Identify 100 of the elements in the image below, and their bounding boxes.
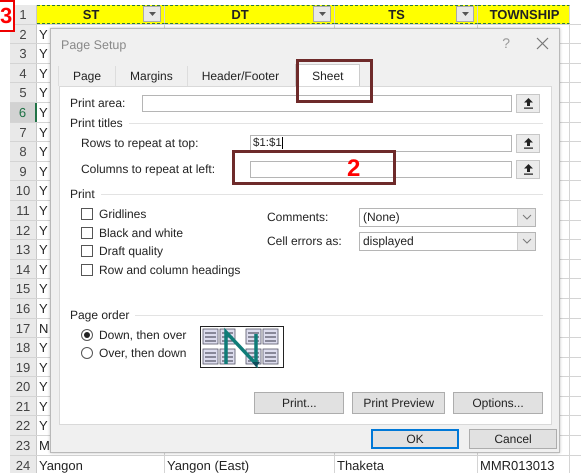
table-cell: Thaketa: [337, 458, 384, 473]
table-cell: Y: [39, 164, 48, 179]
filter-button[interactable]: [456, 6, 474, 22]
upload-arrow-icon: [522, 97, 534, 109]
column-header: DT: [230, 6, 250, 23]
field-label: Rows to repeat at top:: [81, 136, 200, 150]
close-icon[interactable]: [536, 36, 549, 50]
chevron-down-icon: [522, 238, 532, 244]
table-cell: Y: [39, 262, 48, 277]
table-cell: Y: [39, 379, 48, 394]
dialog-title: Page Setup: [61, 38, 128, 52]
table-cell: Y: [39, 242, 48, 258]
checkbox[interactable]: [81, 226, 93, 239]
filter-button[interactable]: [143, 6, 161, 22]
row-number: 21: [10, 396, 37, 416]
row-number: 9: [10, 162, 37, 180]
table-cell: Y: [39, 281, 48, 296]
field-label: Cell errors as:: [267, 234, 343, 248]
dropdown-icon: [318, 11, 326, 18]
table-cell: Y: [39, 124, 48, 140]
row-number: 12: [10, 220, 37, 240]
row-number: 13: [10, 240, 37, 259]
column-header: TOWNSHIP: [488, 6, 560, 23]
radio-label: Down, then over: [99, 328, 186, 342]
table-cell: Y: [39, 222, 48, 238]
table-cell: Y: [39, 340, 48, 356]
dialog-button[interactable]: Options...: [453, 392, 543, 414]
upload-arrow-icon: [522, 137, 534, 149]
row-number: 3: [10, 44, 37, 63]
dropdown-icon: [148, 11, 156, 18]
dropdown[interactable]: displayed: [359, 232, 536, 250]
tab[interactable]: Sheet: [295, 64, 360, 86]
dialog-button[interactable]: Print Preview: [352, 392, 445, 414]
table-cell: Yangon (East): [167, 458, 250, 473]
row-number: 4: [10, 64, 37, 82]
radio-button[interactable]: [81, 347, 93, 359]
row-number: 11: [10, 200, 37, 220]
table-cell: Y: [39, 46, 48, 62]
field-label: Comments:: [267, 210, 330, 224]
column-header: ST: [82, 6, 100, 23]
input-field[interactable]: $1:$1: [250, 134, 512, 152]
section-heading: Print: [70, 187, 95, 201]
radio-label: Over, then down: [99, 346, 186, 360]
table-cell: Y: [39, 104, 48, 120]
checkbox-label: Gridlines: [99, 207, 146, 222]
row-number: 7: [10, 122, 37, 142]
upload-arrow-icon: [522, 163, 534, 175]
table-cell: Y: [39, 66, 48, 81]
table-cell: Y: [39, 85, 48, 100]
chevron-down-icon: [522, 214, 532, 220]
table-cell: Y: [39, 300, 48, 316]
checkbox[interactable]: [81, 245, 93, 258]
table-cell: Y: [39, 418, 48, 434]
table-cell: Yangon: [39, 458, 83, 473]
table-cell: MMR013013: [480, 458, 554, 473]
table-cell: M: [39, 438, 50, 454]
table-cell: Y: [39, 360, 48, 375]
step-number: 2: [347, 155, 360, 183]
radio-button[interactable]: [81, 329, 93, 341]
row-number: 14: [10, 260, 37, 278]
checkbox-label: Draft quality: [99, 244, 164, 258]
table-cell: Y: [39, 26, 48, 42]
row-number: 23: [10, 436, 37, 455]
step-number: 3: [0, 0, 16, 32]
row-number: 16: [10, 298, 37, 318]
dropdown-icon: [460, 11, 470, 18]
row-number: 20: [10, 377, 37, 396]
table-cell: N: [39, 320, 48, 336]
row-number: 15: [10, 279, 37, 298]
row-number: 24: [10, 456, 37, 473]
table-cell: Y: [39, 144, 48, 160]
input-field[interactable]: [250, 160, 512, 178]
table-cell: Y: [39, 183, 48, 198]
dropdown[interactable]: (None): [359, 208, 536, 226]
row-number: 22: [10, 416, 37, 436]
field-label: Columns to repeat at left:: [81, 162, 216, 176]
row-number: 8: [10, 142, 37, 161]
collapse-button[interactable]: [516, 134, 540, 152]
table-cell: Y: [39, 398, 48, 414]
dialog-button[interactable]: Print...: [254, 392, 344, 414]
checkbox-label: Black and white: [99, 226, 184, 240]
table-cell: Y: [39, 202, 48, 218]
ok-button[interactable]: OK: [371, 429, 459, 449]
filter-button[interactable]: [313, 6, 331, 22]
column-header: TS: [387, 6, 406, 23]
cancel-button[interactable]: Cancel: [469, 429, 557, 449]
row-number: 6: [10, 102, 37, 122]
collapse-button[interactable]: [516, 94, 540, 112]
checkbox[interactable]: [81, 264, 93, 276]
row-number: 18: [10, 338, 37, 357]
row-number: 5: [10, 83, 37, 102]
section-heading: Print titles: [70, 116, 123, 130]
checkbox-label: Row and column headings: [99, 262, 240, 277]
collapse-button[interactable]: [516, 160, 540, 178]
row-number: 10: [10, 181, 37, 200]
section-heading: Page order: [70, 308, 130, 322]
input-field[interactable]: [142, 94, 512, 112]
row-number: 17: [10, 318, 37, 338]
row-number: 19: [10, 358, 37, 376]
checkbox[interactable]: [81, 208, 93, 220]
